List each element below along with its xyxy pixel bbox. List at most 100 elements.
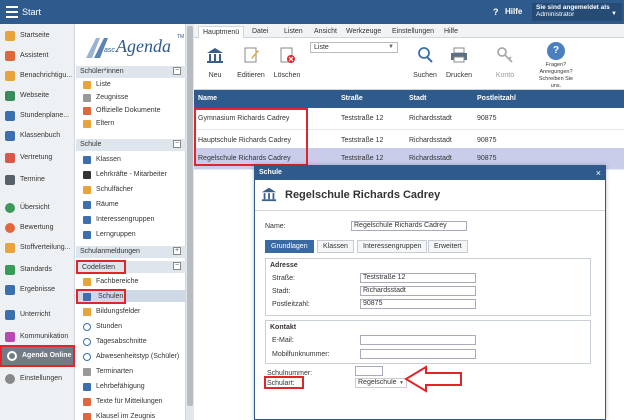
menu-item-raeume[interactable]: Räume bbox=[76, 199, 186, 211]
nav-item-bewertung[interactable]: Bewertung bbox=[0, 218, 75, 238]
nav-item-standards[interactable]: Standards bbox=[0, 260, 75, 280]
tab-erweitert[interactable]: Erweitert bbox=[428, 240, 468, 253]
menu-item-texte-mitteilungen[interactable]: Texte für Mitteilungen bbox=[76, 396, 186, 408]
tab-grundlagen[interactable]: Grundlagen bbox=[265, 240, 314, 253]
nav-item-klassenbuch[interactable]: Klassenbuch bbox=[0, 126, 75, 146]
column-header-stadt[interactable]: Stadt bbox=[405, 90, 427, 108]
agenda-icon bbox=[7, 351, 17, 361]
tab-einstellungen[interactable]: Einstellungen bbox=[388, 26, 438, 38]
menu-item-zeugnisse[interactable]: Zeugnisse bbox=[76, 92, 186, 104]
section-codelisten[interactable]: Codelisten bbox=[76, 260, 126, 274]
nav-item-termine[interactable]: Termine bbox=[0, 170, 75, 190]
print-button[interactable]: Drucken bbox=[442, 46, 476, 79]
collapse-icon[interactable]: − bbox=[173, 140, 181, 148]
menu-item-terminarten[interactable]: Terminarten bbox=[76, 366, 186, 378]
name-input[interactable]: Regelschule Richards Cadrey bbox=[351, 221, 467, 231]
nav-item-agenda-online[interactable]: Agenda Online bbox=[0, 345, 75, 367]
account-button[interactable]: Konto bbox=[488, 46, 522, 79]
menu-item-lerngruppen[interactable]: Lerngruppen bbox=[76, 229, 186, 241]
column-header-plz[interactable]: Postleitzahl bbox=[473, 90, 516, 108]
list-view-select[interactable]: Liste ▼ bbox=[310, 42, 398, 53]
nav-item-vertretung[interactable]: Vertretung bbox=[0, 148, 75, 168]
hamburger-menu-icon[interactable] bbox=[6, 6, 18, 18]
column-header-strasse[interactable]: Straße bbox=[337, 90, 363, 108]
menu-item-eltern[interactable]: Eltern bbox=[76, 118, 186, 130]
tab-interessengruppen[interactable]: Interessengruppen bbox=[357, 240, 428, 253]
section-schulanmeldungen[interactable]: Schulanmeldungen + bbox=[76, 246, 186, 258]
collapse-icon[interactable]: − bbox=[173, 262, 181, 270]
stadt-label: Stadt: bbox=[272, 288, 291, 295]
column-header-name[interactable]: Name bbox=[194, 90, 217, 108]
dialog-heading: Regelschule Richards Cadrey bbox=[285, 189, 441, 201]
menu-item-offizielle-dokumente[interactable]: Offizielle Dokumente bbox=[76, 105, 186, 117]
menu-item-stunden[interactable]: Stunden bbox=[76, 321, 186, 333]
schulnummer-input[interactable] bbox=[355, 366, 383, 376]
scrollbar-thumb[interactable] bbox=[187, 26, 193, 406]
pin-icon bbox=[83, 398, 91, 406]
tab-datei[interactable]: Datei bbox=[248, 26, 272, 38]
menu-item-schulfaecher[interactable]: Schulfächer bbox=[76, 184, 186, 196]
help-link[interactable]: Hilfe bbox=[505, 7, 522, 16]
section-schueler[interactable]: Schüler*innen − bbox=[76, 66, 186, 78]
nav-item-stoffverteilung[interactable]: Stoffverteilung... bbox=[0, 238, 75, 258]
menu-item-klassen[interactable]: Klassen bbox=[76, 154, 186, 166]
plz-input[interactable]: 90875 bbox=[360, 299, 476, 309]
strasse-label: Straße: bbox=[272, 275, 295, 282]
nav-item-uebersicht[interactable]: Übersicht bbox=[0, 198, 75, 218]
new-button[interactable]: Neu bbox=[198, 46, 232, 79]
web-icon bbox=[5, 91, 15, 101]
nav-item-assistent[interactable]: Assistent bbox=[0, 46, 75, 66]
delete-icon bbox=[280, 47, 295, 63]
nav-item-ergebnisse[interactable]: Ergebnisse bbox=[0, 280, 75, 300]
delete-button[interactable]: Löschen bbox=[270, 46, 304, 79]
menu-item-schulen[interactable]: Schulen bbox=[76, 289, 126, 304]
login-user: Administrator bbox=[536, 11, 575, 18]
search-button[interactable]: Suchen bbox=[408, 46, 442, 79]
menu-item-interessengruppen[interactable]: Interessengruppen bbox=[76, 214, 186, 226]
module-panel-scrollbar[interactable] bbox=[186, 24, 194, 420]
nav-item-einstellungen[interactable]: Einstellungen bbox=[0, 369, 75, 389]
menu-item-liste[interactable]: Liste bbox=[76, 79, 186, 91]
menu-item-lehrbefaehigung[interactable]: Lehrbefähigung bbox=[76, 381, 186, 393]
tab-hauptmenue[interactable]: Hauptmenü bbox=[198, 26, 245, 38]
edit-button[interactable]: Editieren bbox=[234, 46, 268, 79]
menu-item-tagesabschnitte[interactable]: Tagesabschnitte bbox=[76, 336, 186, 348]
email-input[interactable] bbox=[360, 335, 476, 345]
section-schule[interactable]: Schule − bbox=[76, 139, 186, 151]
building-icon bbox=[261, 187, 277, 202]
calendar-icon bbox=[5, 111, 15, 121]
nav-item-kommunikation[interactable]: Kommunikation bbox=[0, 327, 75, 347]
nav-item-unterricht[interactable]: Unterricht bbox=[0, 305, 75, 325]
nav-item-benachrichtigungen[interactable]: Benachrichtigu... bbox=[0, 66, 75, 86]
lesson-icon bbox=[5, 310, 15, 320]
tab-ansicht[interactable]: Ansicht bbox=[310, 26, 341, 38]
user-menu[interactable]: Sie sind angemeldet als Administrator ▼ bbox=[532, 3, 622, 21]
collapse-icon[interactable]: − bbox=[173, 67, 181, 75]
expand-icon[interactable]: + bbox=[173, 247, 181, 255]
qualification-icon bbox=[83, 383, 91, 391]
menu-item-lehrkraefte[interactable]: Lehrkräfte - Mitarbeiter bbox=[76, 169, 186, 181]
menu-item-bildungsfelder[interactable]: Bildungsfelder bbox=[76, 306, 186, 318]
tab-hilfe[interactable]: Hilfe bbox=[440, 26, 462, 38]
stadt-input[interactable]: Richardsstadt bbox=[360, 286, 476, 296]
report-icon bbox=[83, 94, 91, 102]
feedback-button[interactable]: ? Fragen? Anregungen? Schreiben Sie uns. bbox=[536, 42, 576, 90]
clock-icon bbox=[83, 323, 91, 331]
nav-item-startseite[interactable]: Startseite bbox=[0, 26, 75, 46]
menu-item-abwesenheitstyp[interactable]: Abwesenheitstyp (Schüler) bbox=[76, 351, 186, 363]
menu-item-fachbereiche[interactable]: Fachbereiche bbox=[76, 276, 186, 288]
schulart-select[interactable]: Regelschule ▼ bbox=[355, 378, 407, 388]
tab-klassen[interactable]: Klassen bbox=[317, 240, 354, 253]
close-icon[interactable]: × bbox=[596, 166, 601, 180]
mobil-input[interactable] bbox=[360, 349, 476, 359]
help-icon[interactable]: ? bbox=[493, 7, 499, 17]
strasse-input[interactable]: Teststraße 12 bbox=[360, 273, 476, 283]
tab-werkzeuge[interactable]: Werkzeuge bbox=[342, 26, 385, 38]
nav-item-webseite[interactable]: Webseite bbox=[0, 86, 75, 106]
school-icon bbox=[83, 293, 91, 301]
menu-item-klausel-zeugnis[interactable]: Klausel im Zeugnis bbox=[76, 411, 186, 420]
events-icon bbox=[5, 175, 15, 185]
tab-listen[interactable]: Listen bbox=[280, 26, 307, 38]
dialog-title: Schule bbox=[255, 166, 605, 180]
nav-item-stundenplan[interactable]: Stundenplane... bbox=[0, 106, 75, 126]
